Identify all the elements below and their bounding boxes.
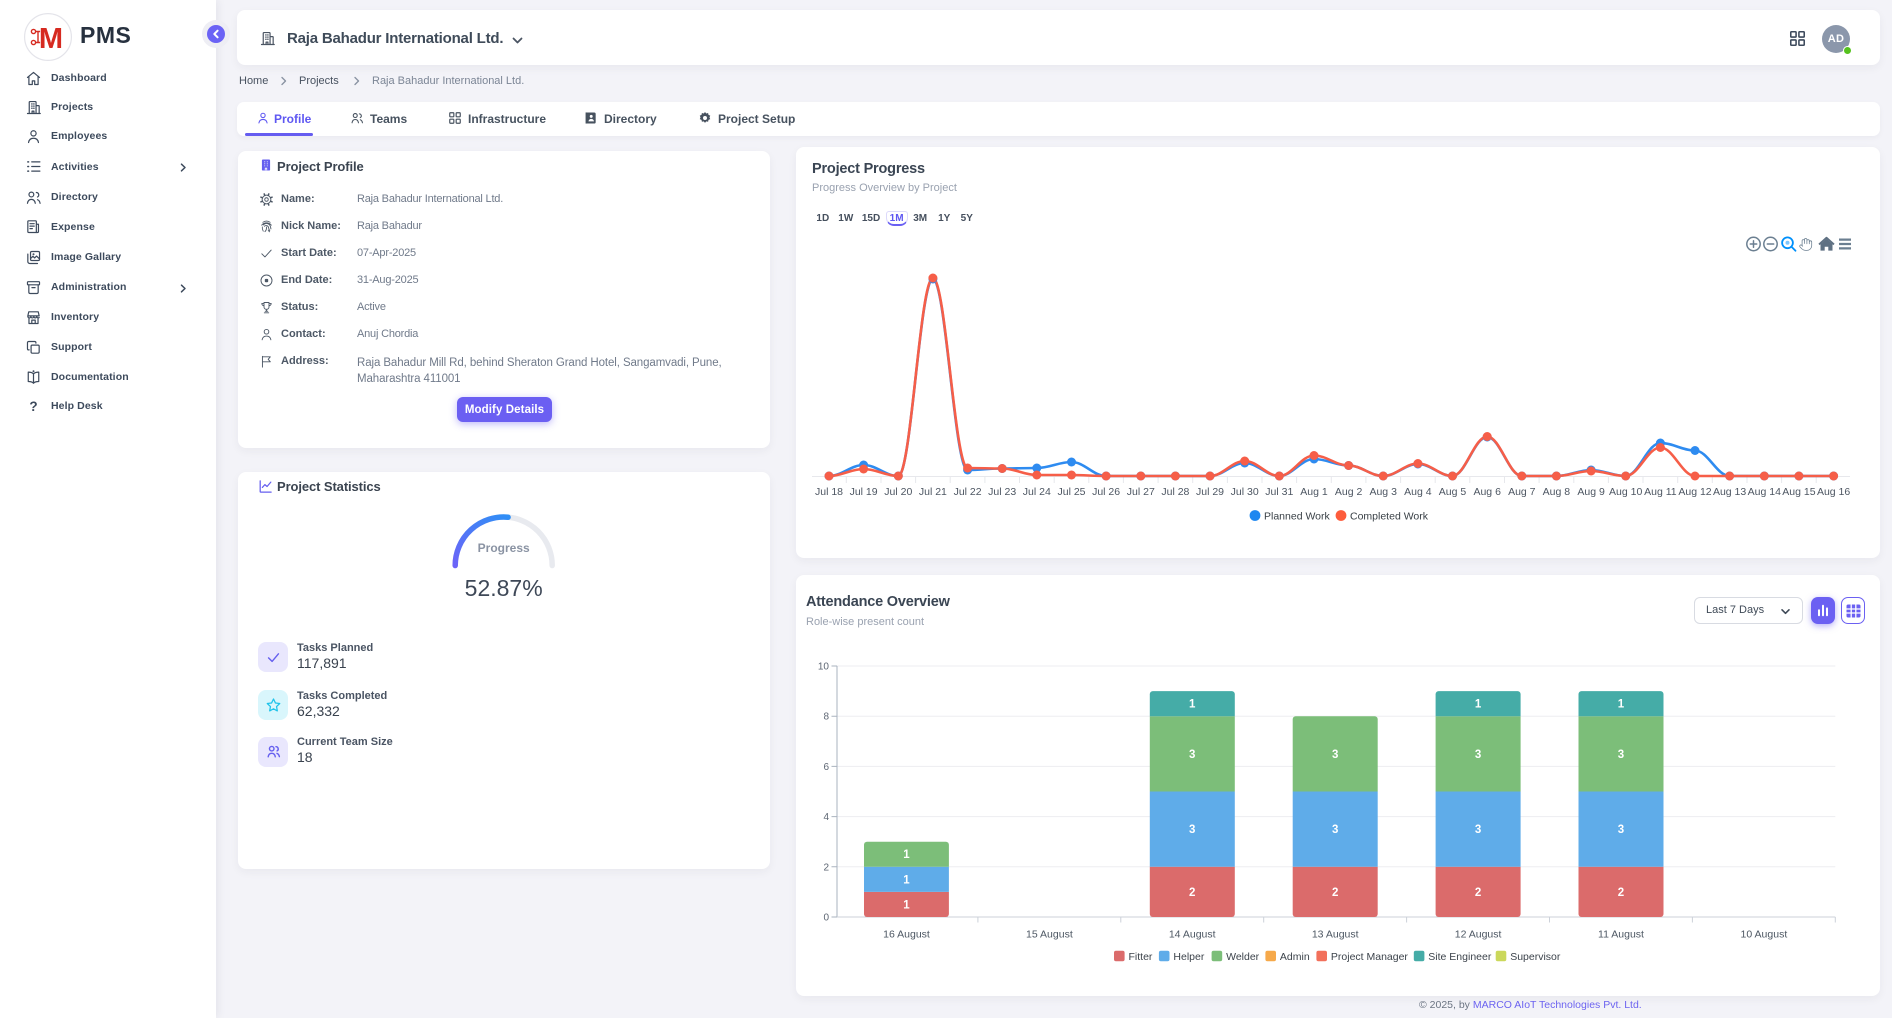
- svg-text:Fitter: Fitter: [1129, 951, 1153, 963]
- svg-text:6: 6: [823, 762, 829, 773]
- svg-text:2: 2: [823, 862, 829, 873]
- svg-text:Jul 26: Jul 26: [1092, 486, 1120, 498]
- svg-text:Completed Work: Completed Work: [1350, 511, 1429, 523]
- svg-text:1: 1: [903, 849, 910, 861]
- svg-text:Jul 25: Jul 25: [1057, 486, 1085, 498]
- svg-text:Jul 28: Jul 28: [1161, 486, 1189, 498]
- svg-text:Aug 1: Aug 1: [1300, 486, 1328, 498]
- svg-text:Aug 7: Aug 7: [1508, 486, 1536, 498]
- svg-text:15 August: 15 August: [1026, 929, 1073, 941]
- svg-text:2: 2: [1475, 887, 1481, 899]
- svg-text:12 August: 12 August: [1455, 929, 1502, 941]
- svg-text:3: 3: [1189, 824, 1195, 836]
- svg-text:Aug 16: Aug 16: [1817, 486, 1850, 498]
- svg-text:10: 10: [818, 662, 830, 673]
- svg-text:Aug 5: Aug 5: [1439, 486, 1467, 498]
- svg-text:Project Manager: Project Manager: [1331, 951, 1409, 963]
- svg-text:Jul 30: Jul 30: [1231, 486, 1259, 498]
- svg-text:Helper: Helper: [1173, 951, 1204, 963]
- svg-text:Aug 11: Aug 11: [1644, 486, 1677, 498]
- svg-text:Jul 29: Jul 29: [1196, 486, 1224, 498]
- svg-text:Aug 15: Aug 15: [1782, 486, 1815, 498]
- svg-text:3: 3: [1618, 749, 1624, 761]
- svg-text:Welder: Welder: [1226, 951, 1260, 963]
- svg-text:Jul 20: Jul 20: [884, 486, 912, 498]
- svg-text:2: 2: [1618, 887, 1624, 899]
- svg-text:Jul 22: Jul 22: [954, 486, 982, 498]
- svg-text:Aug 8: Aug 8: [1543, 486, 1571, 498]
- svg-text:1: 1: [903, 899, 910, 911]
- svg-text:3: 3: [1189, 749, 1195, 761]
- svg-text:Site Engineer: Site Engineer: [1428, 951, 1492, 963]
- svg-text:Jul 31: Jul 31: [1265, 486, 1293, 498]
- svg-text:Supervisor: Supervisor: [1510, 951, 1561, 963]
- svg-text:3: 3: [1475, 749, 1481, 761]
- svg-text:Aug 14: Aug 14: [1748, 486, 1781, 498]
- svg-text:3: 3: [1475, 824, 1481, 836]
- svg-text:Jul 19: Jul 19: [850, 486, 878, 498]
- svg-text:Aug 13: Aug 13: [1713, 486, 1746, 498]
- svg-text:Jul 27: Jul 27: [1127, 486, 1155, 498]
- svg-text:16 August: 16 August: [883, 929, 930, 941]
- svg-text:Aug 2: Aug 2: [1335, 486, 1363, 498]
- svg-text:Jul 24: Jul 24: [1023, 486, 1051, 498]
- svg-text:8: 8: [823, 712, 829, 723]
- svg-text:Aug 6: Aug 6: [1473, 486, 1501, 498]
- svg-text:1: 1: [1475, 699, 1482, 711]
- svg-text:Aug 9: Aug 9: [1577, 486, 1605, 498]
- svg-text:1: 1: [903, 874, 910, 886]
- svg-text:1: 1: [1189, 699, 1196, 711]
- svg-text:14 August: 14 August: [1169, 929, 1216, 941]
- svg-text:Aug 4: Aug 4: [1404, 486, 1432, 498]
- svg-text:1: 1: [1618, 699, 1625, 711]
- svg-text:0: 0: [823, 913, 829, 924]
- svg-text:13 August: 13 August: [1312, 929, 1359, 941]
- svg-text:Aug 3: Aug 3: [1369, 486, 1397, 498]
- svg-text:Jul 21: Jul 21: [919, 486, 947, 498]
- svg-text:4: 4: [823, 812, 829, 823]
- svg-text:10 August: 10 August: [1741, 929, 1788, 941]
- svg-text:3: 3: [1332, 824, 1338, 836]
- svg-text:Admin: Admin: [1280, 951, 1310, 963]
- svg-text:Jul 18: Jul 18: [815, 486, 843, 498]
- svg-text:M: M: [39, 23, 63, 55]
- svg-text:3: 3: [1618, 824, 1624, 836]
- svg-text:Aug 12: Aug 12: [1678, 486, 1711, 498]
- svg-text:Aug 10: Aug 10: [1609, 486, 1642, 498]
- svg-text:Planned Work: Planned Work: [1264, 511, 1331, 523]
- svg-text:2: 2: [1189, 887, 1195, 899]
- svg-text:3: 3: [1332, 749, 1338, 761]
- svg-text:Jul 23: Jul 23: [988, 486, 1016, 498]
- svg-text:2: 2: [1332, 887, 1338, 899]
- svg-text:11 August: 11 August: [1598, 929, 1644, 941]
